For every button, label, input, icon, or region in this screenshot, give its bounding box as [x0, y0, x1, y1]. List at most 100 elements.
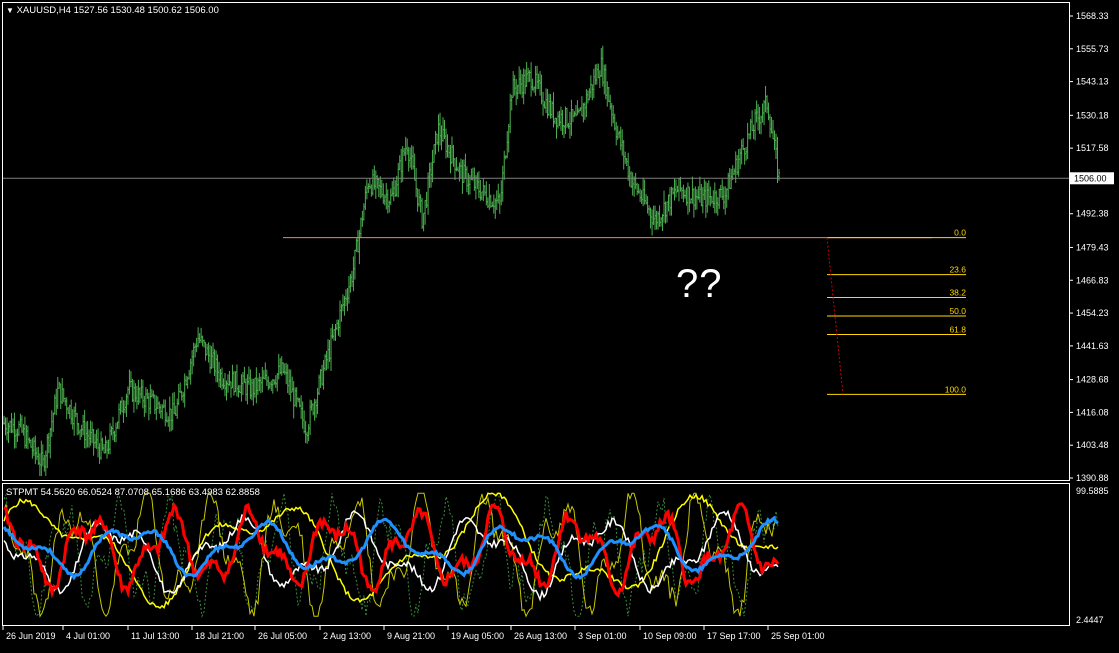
candle — [358, 229, 361, 265]
candle — [179, 382, 182, 393]
candle — [403, 147, 406, 157]
candle — [224, 372, 227, 397]
current-price-label: 1506.00 — [1074, 173, 1107, 183]
candle — [228, 370, 231, 386]
chart-canvas[interactable]: 0.0 23.6 38.2 50.0 61.8 100.0 1568.33 1555.73 1… — [0, 0, 1119, 648]
time-axis-label: 19 Aug 05:00 — [451, 631, 504, 641]
candle — [568, 111, 571, 139]
candle — [770, 116, 773, 134]
candle — [603, 64, 606, 95]
candle — [601, 45, 604, 87]
candle — [119, 400, 122, 415]
question-annotation[interactable]: ?? — [676, 262, 723, 307]
candle — [5, 417, 8, 441]
chevron-down-icon[interactable]: ▼ — [6, 6, 14, 15]
candle — [11, 418, 14, 434]
candle — [252, 378, 255, 406]
candle — [530, 62, 533, 97]
candle — [465, 166, 468, 193]
time-axis-label: 10 Sep 09:00 — [643, 631, 697, 641]
candle — [359, 217, 362, 238]
candle — [100, 431, 103, 460]
candle — [191, 350, 194, 375]
candle — [120, 396, 123, 413]
price-axis-label: 1454.23 — [1076, 308, 1109, 318]
candle — [353, 249, 356, 280]
candle — [716, 197, 719, 216]
candle — [274, 375, 277, 388]
candle — [56, 376, 59, 410]
time-axis-label: 26 Aug 13:00 — [514, 631, 567, 641]
candle — [467, 172, 470, 195]
time-axis-label: 17 Sep 17:00 — [707, 631, 761, 641]
candle — [292, 381, 295, 419]
candle — [594, 64, 597, 85]
price-axis-label: 1543.13 — [1076, 77, 1109, 87]
candle — [692, 188, 695, 218]
candle — [55, 388, 58, 416]
candle — [37, 446, 40, 465]
candle — [255, 367, 258, 404]
candle — [132, 380, 135, 413]
candle — [415, 168, 418, 198]
candle — [707, 180, 710, 206]
candle — [286, 364, 289, 394]
candle — [79, 429, 82, 440]
candle — [265, 369, 268, 387]
candle — [116, 421, 119, 429]
candle — [751, 110, 754, 131]
candle — [743, 147, 746, 165]
candle — [752, 124, 755, 140]
price-axis-label: 1555.73 — [1076, 44, 1109, 54]
candle — [350, 270, 353, 287]
candle — [652, 205, 655, 225]
indicator-axis-top: 99.5885 — [1076, 486, 1109, 496]
candle — [8, 420, 11, 433]
candle — [497, 183, 500, 204]
candle — [600, 48, 603, 78]
candle — [407, 146, 410, 172]
candle — [595, 63, 598, 85]
candle — [483, 185, 486, 196]
candle — [346, 288, 349, 312]
candle — [315, 399, 318, 418]
candle — [347, 276, 350, 304]
candle — [670, 186, 673, 216]
candle — [17, 420, 20, 437]
candle — [216, 354, 219, 383]
candle — [616, 125, 619, 140]
time-axis-label: 9 Aug 21:00 — [387, 631, 435, 641]
candle — [636, 182, 639, 196]
candle — [540, 74, 543, 105]
candle — [19, 413, 22, 428]
time-axis-label: 25 Sep 01:00 — [771, 631, 825, 641]
candle — [226, 374, 229, 393]
candle — [162, 399, 165, 409]
candle — [755, 100, 758, 123]
candle — [748, 133, 751, 140]
candle — [391, 181, 394, 197]
candle — [109, 423, 112, 455]
candle — [606, 81, 609, 107]
candle — [688, 186, 691, 213]
candle — [668, 187, 671, 216]
candle — [450, 136, 453, 164]
candle — [376, 175, 379, 189]
candle — [334, 323, 337, 341]
candle — [200, 327, 203, 343]
candle — [513, 74, 516, 96]
candle — [253, 377, 256, 398]
candle — [630, 171, 633, 188]
candle — [715, 190, 718, 214]
candle — [306, 431, 309, 444]
candle — [244, 378, 247, 401]
candle — [763, 100, 766, 126]
candle — [97, 428, 100, 458]
candle — [222, 378, 225, 389]
candle — [666, 201, 669, 223]
candle — [528, 70, 531, 82]
candle — [537, 73, 540, 90]
candle — [459, 158, 462, 179]
mt4-chart-window[interactable]: 0.0 23.6 38.2 50.0 61.8 100.0 1568.33 1555.73 1… — [0, 0, 1119, 648]
candle — [327, 339, 330, 369]
